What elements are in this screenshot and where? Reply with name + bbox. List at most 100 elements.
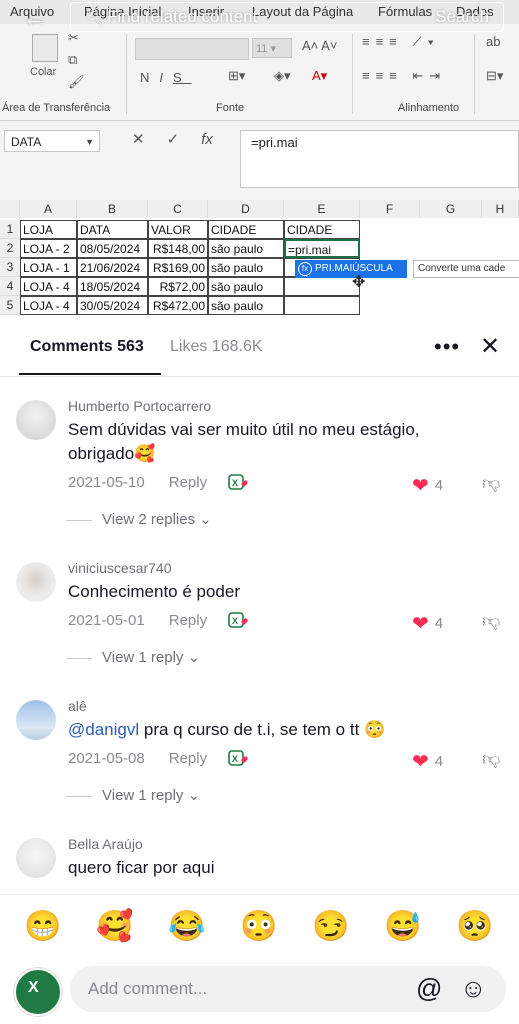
cancel-icon: ✕ <box>132 131 145 148</box>
search-bar[interactable]: 🔍︎ Find related content Search <box>70 2 504 32</box>
dislike-icon[interactable]: 👎︎ <box>482 748 500 770</box>
mouse-cursor-icon: ✥ <box>352 274 366 291</box>
cell: LOJA - 4 <box>20 277 77 296</box>
excel-ribbon: Colar ✂ ⧉ 🖌 11 ▾ A˄ A˅ NIS ⊞▾ ◈▾ A▾ ≡≡≡ … <box>0 24 519 121</box>
group-label-font: Fonte <box>216 102 245 114</box>
dislike-icon[interactable]: 👎︎ <box>482 472 500 494</box>
align-top-icons: ≡≡≡ ⟋▾ <box>362 34 440 49</box>
more-icon[interactable]: ••• <box>434 334 460 360</box>
user-avatar[interactable]: X <box>14 968 62 1016</box>
search-button[interactable]: Search <box>435 7 489 27</box>
cell: CIDADE <box>284 220 360 239</box>
comment-meta: 2021-05-08 Reply <box>68 750 207 767</box>
avatar[interactable] <box>16 562 56 602</box>
cell <box>284 296 360 315</box>
emoji-button[interactable]: 🥺 <box>456 909 493 944</box>
cell: são paulo <box>208 239 284 258</box>
column-header: A <box>20 200 77 218</box>
comment-date: 2021-05-01 <box>68 612 145 629</box>
view-replies-button[interactable]: View 1 reply ⌄ <box>66 786 200 804</box>
comment-input-placeholder: Add comment... <box>88 979 208 998</box>
comment-text-line: pra q curso de t.i, se tem o tt 😳 <box>139 720 386 739</box>
corner-cell <box>0 200 20 218</box>
divider-line <box>66 795 92 797</box>
comment-username[interactable]: Humberto Portocarrero <box>68 398 211 414</box>
reply-button[interactable]: Reply <box>169 474 207 491</box>
tab-comments[interactable]: Comments 563 <box>30 338 144 356</box>
cell: R$148,00 <box>148 239 208 258</box>
row-header: 3 <box>0 258 20 277</box>
top-navigation: ← 🔍︎ Find related content Search <box>0 0 519 34</box>
formula-input: =pri.mai <box>240 130 519 188</box>
like-button[interactable]: ❤ 4 <box>412 611 443 636</box>
emoji-button[interactable]: 😅 <box>384 909 421 944</box>
cell: são paulo <box>208 258 284 277</box>
emoji-button[interactable]: 😳 <box>240 909 277 944</box>
video-background[interactable]: Arquivo Página Inicial Inserir Layout da… <box>0 0 519 330</box>
view-replies-button[interactable]: View 1 reply ⌄ <box>66 648 200 666</box>
emoji-picker-icon[interactable]: ☺ <box>460 973 487 1004</box>
comment-username[interactable]: viniciuscesar740 <box>68 560 172 576</box>
column-header: G <box>420 200 482 218</box>
quick-emoji-bar: 😁 🥰 😂 😳 😏 😅 🥺 <box>0 894 519 955</box>
mention-link[interactable]: @danigvl <box>68 720 139 739</box>
emoji-button[interactable]: 😂 <box>168 909 205 944</box>
cell: LOJA - 4 <box>20 296 77 315</box>
emoji-button[interactable]: 🥰 <box>96 909 133 944</box>
comment-text-line: quero ficar por aqui <box>68 858 215 877</box>
comment-meta: 2021-05-10 Reply <box>68 474 207 491</box>
back-arrow-icon[interactable]: ← <box>22 2 48 33</box>
tab-likes[interactable]: Likes 168.6K <box>170 338 263 356</box>
like-button[interactable]: ❤ 4 <box>412 473 443 498</box>
cell: CIDADE <box>208 220 284 239</box>
column-header: B <box>77 200 148 218</box>
reply-button[interactable]: Reply <box>169 750 207 767</box>
fx-icon: fx <box>201 131 213 148</box>
emoji-button[interactable]: 😁 <box>24 909 61 944</box>
cell: R$72,00 <box>148 277 208 296</box>
view-replies-button[interactable]: View 2 replies ⌄ <box>66 510 212 528</box>
comment-meta: 2021-05-01 Reply <box>68 612 207 629</box>
borders-icon: ⊞▾ <box>228 68 246 83</box>
avatar[interactable] <box>16 400 56 440</box>
like-button[interactable]: ❤ 4 <box>412 749 443 774</box>
comment-input-bar: X Add comment... @ ☺ <box>0 960 519 1024</box>
chevron-down-icon: ⌄ <box>187 649 201 666</box>
cell: são paulo <box>208 277 284 296</box>
comment-username[interactable]: Bella Araújo <box>68 836 143 852</box>
paste-label: Colar <box>30 66 57 78</box>
group-label-clipboard: Área de Transferência <box>2 102 111 114</box>
comment-input[interactable]: Add comment... @ ☺ <box>70 966 506 1012</box>
avatar[interactable] <box>16 700 56 740</box>
column-header: C <box>148 200 208 218</box>
heart-icon: ❤ <box>412 475 429 497</box>
autocomplete-suggestion: fx PRI.MAIÚSCULA <box>295 260 407 278</box>
search-input[interactable]: Find related content <box>107 7 257 27</box>
merge-icon: ⊟▾ <box>486 68 504 83</box>
wrap-icon: ab <box>486 34 501 49</box>
dislike-icon[interactable]: 👎︎ <box>482 610 500 632</box>
cell: LOJA <box>20 220 77 239</box>
avatar[interactable] <box>16 838 56 878</box>
font-style-icons: NIS <box>140 70 192 85</box>
cell: R$169,00 <box>148 258 208 277</box>
chevron-down-icon: ⌄ <box>187 787 201 804</box>
cell: LOJA - 1 <box>20 258 77 277</box>
divider-line <box>66 657 92 659</box>
excel-logo-icon: X <box>28 979 39 996</box>
like-count: 4 <box>434 753 444 770</box>
comment-username[interactable]: alê <box>68 698 87 714</box>
spreadsheet-grid: A B C D E F G H 1 2 3 4 5 LOJA DATA VALO… <box>0 200 519 330</box>
comments-header: Comments 563 Likes 168.6K ••• ✕ <box>0 316 519 377</box>
emoji-button[interactable]: 😏 <box>312 909 349 944</box>
comment-text: quero ficar por aqui <box>68 856 488 880</box>
close-icon[interactable]: ✕ <box>480 332 500 361</box>
reply-button[interactable]: Reply <box>169 612 207 629</box>
chevron-down-icon: ⌄ <box>199 511 212 528</box>
svg-text:X: X <box>232 754 238 764</box>
cell: R$472,00 <box>148 296 208 315</box>
check-icon: ✓ <box>166 131 180 148</box>
svg-text:X: X <box>232 616 238 626</box>
chevron-down-icon: ▼ <box>85 137 94 147</box>
mention-at-icon[interactable]: @ <box>416 973 442 1004</box>
